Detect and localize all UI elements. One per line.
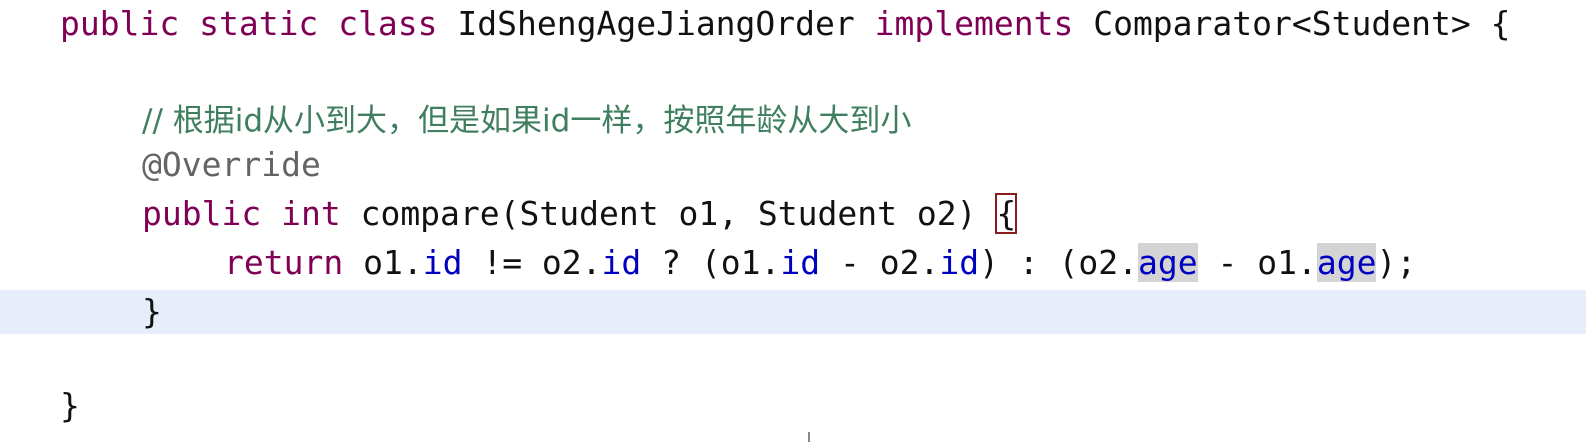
override-annotation: @Override [142, 145, 321, 184]
class-close-brace: } [60, 386, 80, 425]
method-open-brace: { [995, 193, 1018, 234]
method-signature: compare(Student o1, Student o2) [360, 194, 977, 233]
code-text: != o2. [462, 243, 602, 282]
code-text: ? (o1. [641, 243, 781, 282]
keyword-class: class [338, 4, 438, 43]
code-text: o1. [363, 243, 423, 282]
method-close-brace: } [142, 292, 162, 331]
field-id: id [601, 243, 642, 282]
code-text: - o1. [1197, 243, 1317, 282]
code-text: ); [1376, 243, 1417, 282]
code-comment: // 根据id从小到大，但是如果id一样，按照年龄从大到小 [142, 103, 912, 139]
field-id: id [939, 243, 980, 282]
keyword-return: return [224, 243, 344, 282]
annotation-line: @Override [0, 141, 1586, 189]
field-id: id [780, 243, 821, 282]
interface-type: Comparator<Student> [1093, 4, 1471, 43]
code-editor[interactable]: public static class IdShengAgeJiangOrder… [0, 0, 1586, 448]
class-name: IdShengAgeJiangOrder [457, 4, 855, 43]
field-id: id [422, 243, 463, 282]
code-text: - o2. [820, 243, 940, 282]
method-close-line: } [0, 288, 1586, 336]
return-statement-line: return o1.id != o2.id ? (o1.id - o2.id) … [0, 239, 1586, 287]
keyword-public: public [142, 194, 262, 233]
method-signature-line: public int compare(Student o1, Student o… [0, 190, 1586, 238]
comment-line: // 根据id从小到大，但是如果id一样，按照年龄从大到小 [0, 96, 1586, 144]
keyword-public: public [60, 4, 180, 43]
keyword-int: int [281, 194, 341, 233]
field-age-occurrence: age [1138, 243, 1198, 282]
code-text: ) : (o2. [979, 243, 1139, 282]
keyword-static: static [199, 4, 319, 43]
class-open-brace: { [1490, 4, 1511, 43]
class-close-line: } [0, 382, 1586, 430]
field-age-occurrence: age [1316, 243, 1377, 282]
class-declaration-line: public static class IdShengAgeJiangOrder… [0, 0, 1586, 48]
keyword-implements: implements [874, 4, 1074, 43]
mouse-ibeam-cursor [808, 432, 810, 442]
